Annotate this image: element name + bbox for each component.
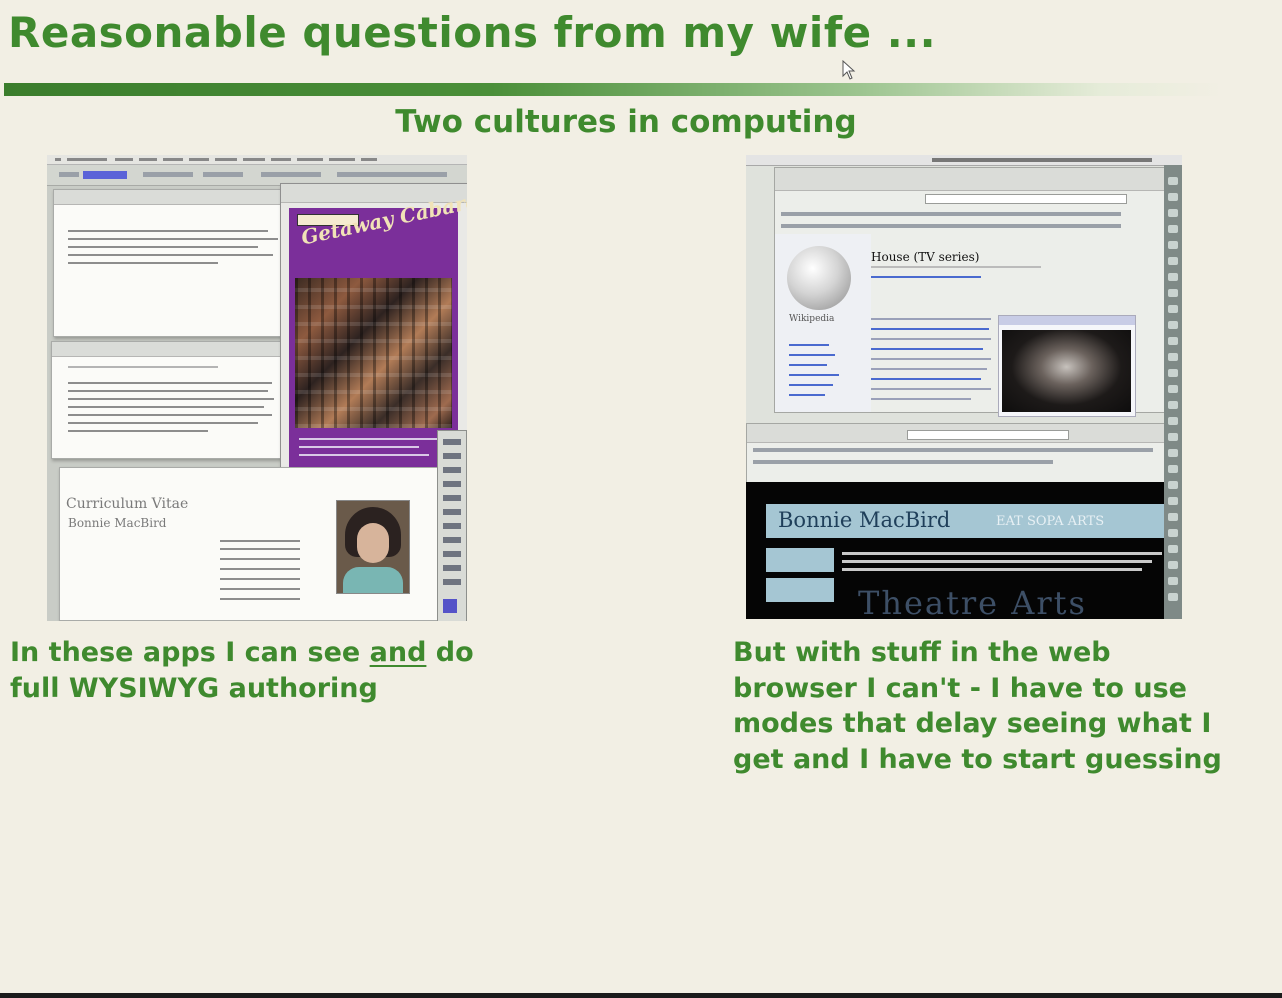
web-browser-screenshot: Wikipedia House (TV series) Bonnie MacBi… — [746, 155, 1182, 619]
browser-menu-bar — [746, 155, 1182, 166]
cv-name: Bonnie MacBird — [68, 516, 167, 530]
right-caption: But with stuff in the web browser I can'… — [733, 635, 1222, 777]
text-document-window — [53, 189, 295, 337]
second-browser-toolbar — [746, 423, 1166, 485]
slide-title: Reasonable questions from my wife ... — [8, 8, 937, 57]
left-caption-text-end: do — [426, 637, 474, 668]
tools-palette — [437, 430, 467, 621]
wikipedia-article-title: House (TV series) — [871, 250, 980, 264]
screen-bottom-edge — [0, 993, 1282, 998]
right-caption-line-2: browser I can't - I have to use — [733, 672, 1187, 704]
site-nav-button — [766, 548, 834, 572]
mouse-pointer-icon — [842, 60, 856, 80]
left-caption-emphasis: and — [369, 637, 427, 668]
word-processor-window — [51, 341, 289, 459]
right-caption-line-4: get and I have to start guessing — [733, 743, 1222, 775]
browser-sidebar-toolbar — [1164, 165, 1182, 619]
title-underline-bar — [4, 83, 1224, 96]
right-caption-line-1: But with stuff in the web — [733, 637, 1111, 668]
site-tagline: EAT SOPA ARTS — [996, 514, 1105, 529]
site-banner: Bonnie MacBird EAT SOPA ARTS — [766, 504, 1164, 538]
cabaret-poster-image: Getaway Cabaret — [289, 187, 467, 468]
app-menu-bar — [47, 155, 467, 165]
portrait-photo — [336, 500, 410, 594]
left-caption-line-2: full WYSIWYG authoring — [10, 672, 378, 704]
site-title: Bonnie MacBird — [778, 508, 951, 532]
cv-title: Curriculum Vitae — [66, 496, 189, 512]
left-caption: In these apps I can see and do full WYSI… — [10, 635, 474, 706]
infobox-image — [1002, 330, 1131, 412]
right-caption-line-3: modes that delay seeing what I — [733, 708, 1212, 739]
desktop-apps-screenshot: Getaway Cabaret Curriculum Vitae Bonnie … — [47, 155, 467, 621]
left-caption-text: In these apps I can see — [10, 637, 370, 668]
wikipedia-logo — [787, 246, 851, 310]
bonnie-macbird-website: Bonnie MacBird EAT SOPA ARTS Theatre Art… — [746, 482, 1164, 619]
article-infobox — [998, 315, 1136, 417]
slide-subtitle: Two cultures in computing — [395, 104, 857, 140]
left-caption-line-1: In these apps I can see and do — [10, 635, 474, 671]
wikipedia-logo-text: Wikipedia — [789, 314, 835, 324]
site-nav-button — [766, 578, 834, 602]
wikipedia-sidebar: Wikipedia — [775, 234, 871, 412]
site-heading: Theatre Arts — [858, 584, 1087, 619]
